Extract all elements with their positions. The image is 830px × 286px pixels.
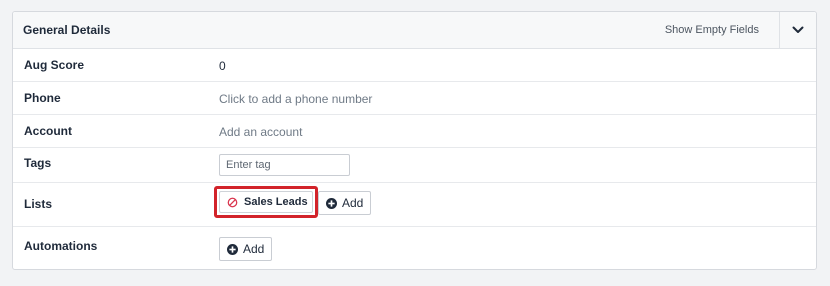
field-row-account: Account Add an account <box>13 115 816 148</box>
list-chip-sales-leads: Sales Leads <box>219 191 313 213</box>
field-label-account: Account <box>24 124 72 138</box>
aug-score-value: 0 <box>219 59 226 73</box>
remove-circle-icon[interactable] <box>227 197 238 208</box>
add-automation-button[interactable]: Add <box>219 237 273 261</box>
field-label-tags: Tags <box>24 156 52 170</box>
collapse-button[interactable] <box>779 12 816 48</box>
tag-input[interactable] <box>219 154 350 176</box>
field-row-aug-score: Aug Score 0 <box>13 49 816 82</box>
panel-title: General Details <box>23 23 111 37</box>
add-automation-label: Add <box>243 242 265 256</box>
add-list-button[interactable]: Add <box>318 191 372 215</box>
field-row-automations: Automations Add <box>13 227 816 269</box>
add-list-label: Add <box>342 196 364 210</box>
field-label-lists: Lists <box>24 197 53 211</box>
list-chip-label: Sales Leads <box>244 196 308 208</box>
field-row-lists: Lists Sales Leads Add <box>13 183 816 227</box>
field-label-automations: Automations <box>24 239 98 253</box>
panel-header: General Details Show Empty Fields <box>13 12 816 49</box>
field-label-aug-score: Aug Score <box>24 58 85 72</box>
field-label-phone: Phone <box>24 91 61 105</box>
field-row-phone: Phone Click to add a phone number <box>13 82 816 115</box>
account-add-link[interactable]: Add an account <box>219 125 302 139</box>
chevron-down-icon <box>792 26 804 33</box>
plus-circle-icon <box>326 197 337 209</box>
field-row-tags: Tags <box>13 148 816 183</box>
general-details-panel: General Details Show Empty Fields Aug Sc… <box>12 11 817 270</box>
show-empty-fields-link[interactable]: Show Empty Fields <box>665 24 759 36</box>
phone-add-link[interactable]: Click to add a phone number <box>219 92 372 106</box>
plus-circle-icon <box>227 243 238 255</box>
